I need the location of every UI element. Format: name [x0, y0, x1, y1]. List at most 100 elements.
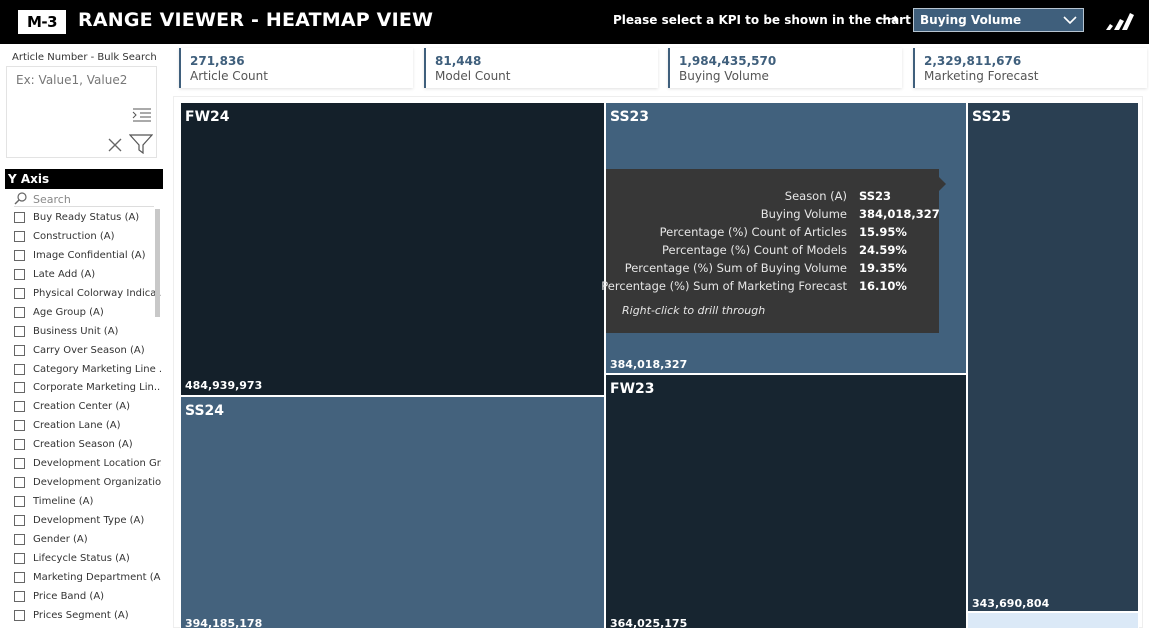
- y-axis-item-label: Development Location Gr...: [33, 458, 161, 470]
- checkbox[interactable]: [14, 363, 25, 375]
- y-axis-item[interactable]: Creation Season (A): [10, 436, 162, 455]
- tooltip-value: 24.59%: [859, 243, 907, 257]
- y-axis-item[interactable]: Creation Lane (A): [10, 417, 162, 436]
- checkbox[interactable]: [14, 212, 25, 223]
- y-axis-item[interactable]: Construction (A): [10, 228, 162, 247]
- y-axis-item[interactable]: Late Add (A): [10, 266, 162, 285]
- treemap-tile-ss24[interactable]: SS24 394,185,178: [180, 396, 605, 628]
- checkbox[interactable]: [14, 420, 25, 432]
- y-axis-item[interactable]: Development Type (A): [10, 512, 162, 531]
- clear-icon[interactable]: [108, 138, 122, 152]
- kpi-label: Marketing Forecast: [924, 69, 1039, 83]
- tile-season-label: FW24: [185, 109, 230, 125]
- bulk-search-input[interactable]: Ex: Value1, Value2: [6, 66, 157, 158]
- indent-list-icon[interactable]: [132, 107, 152, 123]
- y-axis-list: Buy Ready Status (A) Construction (A) Im…: [10, 209, 162, 626]
- treemap-tile-ss25[interactable]: SS25 343,690,804: [967, 102, 1139, 612]
- tile-value-label: 394,185,178: [185, 617, 263, 628]
- y-axis-item-label: Category Marketing Line ...: [33, 363, 161, 375]
- app-logo: M-3: [18, 10, 66, 34]
- treemap-tile-fw23[interactable]: FW23 364,025,175: [605, 374, 967, 628]
- y-axis-item[interactable]: Development Location Gr...: [10, 455, 162, 474]
- kpi-dropdown[interactable]: Buying Volume: [913, 8, 1084, 32]
- y-axis-item[interactable]: Business Unit (A): [10, 323, 162, 342]
- y-axis-item[interactable]: Category Marketing Line ...: [10, 361, 162, 380]
- checkbox[interactable]: [14, 571, 25, 583]
- treemap-tile-fw24[interactable]: FW24 484,939,973: [180, 102, 605, 396]
- kpi-label: Buying Volume: [679, 69, 769, 83]
- tooltip-key: Percentage (%) Sum of Marketing Forecast: [601, 279, 847, 293]
- checkbox[interactable]: [14, 382, 25, 394]
- kpi-card-article-count: 271,836 Article Count: [179, 48, 413, 88]
- kpi-dropdown-value: Buying Volume: [920, 13, 1022, 27]
- y-axis-item-label: Timeline (A): [33, 496, 94, 508]
- y-axis-item[interactable]: Price Band (A): [10, 588, 162, 607]
- filter-icon[interactable]: [129, 134, 153, 154]
- y-axis-item[interactable]: Corporate Marketing Lin...: [10, 379, 162, 398]
- kpi-value: 81,448: [435, 54, 482, 68]
- checkbox[interactable]: [14, 458, 25, 470]
- checkbox[interactable]: [14, 590, 25, 602]
- checkbox[interactable]: [14, 496, 25, 508]
- kpi-value: 2,329,811,676: [924, 54, 1022, 68]
- tooltip-row: Percentage (%) Count of Models 24.59%: [606, 243, 939, 261]
- y-axis-item[interactable]: Physical Colorway Indica...: [10, 285, 162, 304]
- y-axis-item[interactable]: Gender (A): [10, 531, 162, 550]
- checkbox[interactable]: [14, 477, 25, 489]
- checkbox[interactable]: [14, 268, 25, 280]
- y-axis-item-label: Image Confidential (A): [33, 249, 146, 261]
- y-axis-item[interactable]: Creation Center (A): [10, 398, 162, 417]
- tile-value-label: 364,025,175: [610, 617, 688, 628]
- tooltip-key: Percentage (%) Count of Models: [662, 243, 847, 257]
- y-axis-search-input[interactable]: Search: [14, 191, 154, 207]
- kpi-value: 1,984,435,570: [679, 54, 777, 68]
- tooltip-key: Percentage (%) Sum of Buying Volume: [624, 261, 847, 275]
- y-axis-item-label: Creation Lane (A): [33, 420, 121, 432]
- y-axis-item[interactable]: Lifecycle Status (A): [10, 550, 162, 569]
- checkbox[interactable]: [14, 552, 25, 564]
- y-axis-item-label: Development Type (A): [33, 515, 145, 526]
- y-axis-item[interactable]: Marketing Department (A): [10, 569, 162, 588]
- checkbox[interactable]: [14, 401, 25, 413]
- checkbox[interactable]: [14, 230, 25, 242]
- tooltip-row: Percentage (%) Sum of Buying Volume 19.35…: [606, 261, 939, 279]
- treemap-tile-small[interactable]: [967, 612, 1139, 628]
- y-axis-item[interactable]: Image Confidential (A): [10, 247, 162, 266]
- search-icon: [14, 192, 27, 205]
- search-placeholder: Search: [33, 193, 71, 206]
- top-bar: M-3 RANGE VIEWER - HEATMAP VIEW Please s…: [0, 0, 1149, 44]
- y-axis-item-label: Physical Colorway Indica...: [33, 287, 161, 299]
- tooltip-value: 16.10%: [859, 279, 907, 293]
- checkbox[interactable]: [14, 287, 25, 299]
- tooltip-row: Buying Volume 384,018,327: [606, 207, 940, 225]
- tooltip-pointer: [939, 177, 946, 191]
- y-axis-item[interactable]: Development Organizatio...: [10, 474, 162, 493]
- y-axis-item-label: Development Organizatio...: [33, 477, 161, 489]
- y-axis-item[interactable]: Timeline (A): [10, 493, 162, 512]
- checkbox[interactable]: [14, 439, 25, 451]
- y-axis-item[interactable]: Prices Segment (A): [10, 607, 162, 626]
- y-axis-slicer-title: Y Axis: [5, 169, 163, 189]
- tooltip-value: SS23: [859, 189, 892, 203]
- y-axis-item[interactable]: Age Group (A): [10, 304, 162, 323]
- checkbox[interactable]: [14, 306, 25, 318]
- y-axis-item-label: Late Add (A): [33, 268, 96, 280]
- y-axis-scrollbar[interactable]: [155, 209, 160, 317]
- checkbox[interactable]: [14, 609, 25, 621]
- checkbox[interactable]: [14, 533, 25, 545]
- checkbox[interactable]: [14, 344, 25, 356]
- tooltip-key: Buying Volume: [760, 207, 847, 221]
- adidas-logo-icon: [1106, 13, 1134, 30]
- checkbox[interactable]: [14, 515, 25, 526]
- y-axis-item[interactable]: Buy Ready Status (A): [10, 209, 162, 228]
- arrow-right-icon: ⟶: [876, 9, 899, 28]
- tooltip-value: 384,018,327: [859, 207, 940, 221]
- y-axis-item-label: Buy Ready Status (A): [33, 212, 140, 223]
- checkbox[interactable]: [14, 325, 25, 337]
- kpi-prompt-text: Please select a KPI to be shown in the c…: [613, 13, 911, 27]
- tooltip-value: 19.35%: [859, 261, 907, 275]
- tile-season-label: SS24: [185, 403, 225, 419]
- y-axis-item[interactable]: Carry Over Season (A): [10, 342, 162, 361]
- checkbox[interactable]: [14, 249, 25, 261]
- page-title: RANGE VIEWER - HEATMAP VIEW: [78, 9, 434, 31]
